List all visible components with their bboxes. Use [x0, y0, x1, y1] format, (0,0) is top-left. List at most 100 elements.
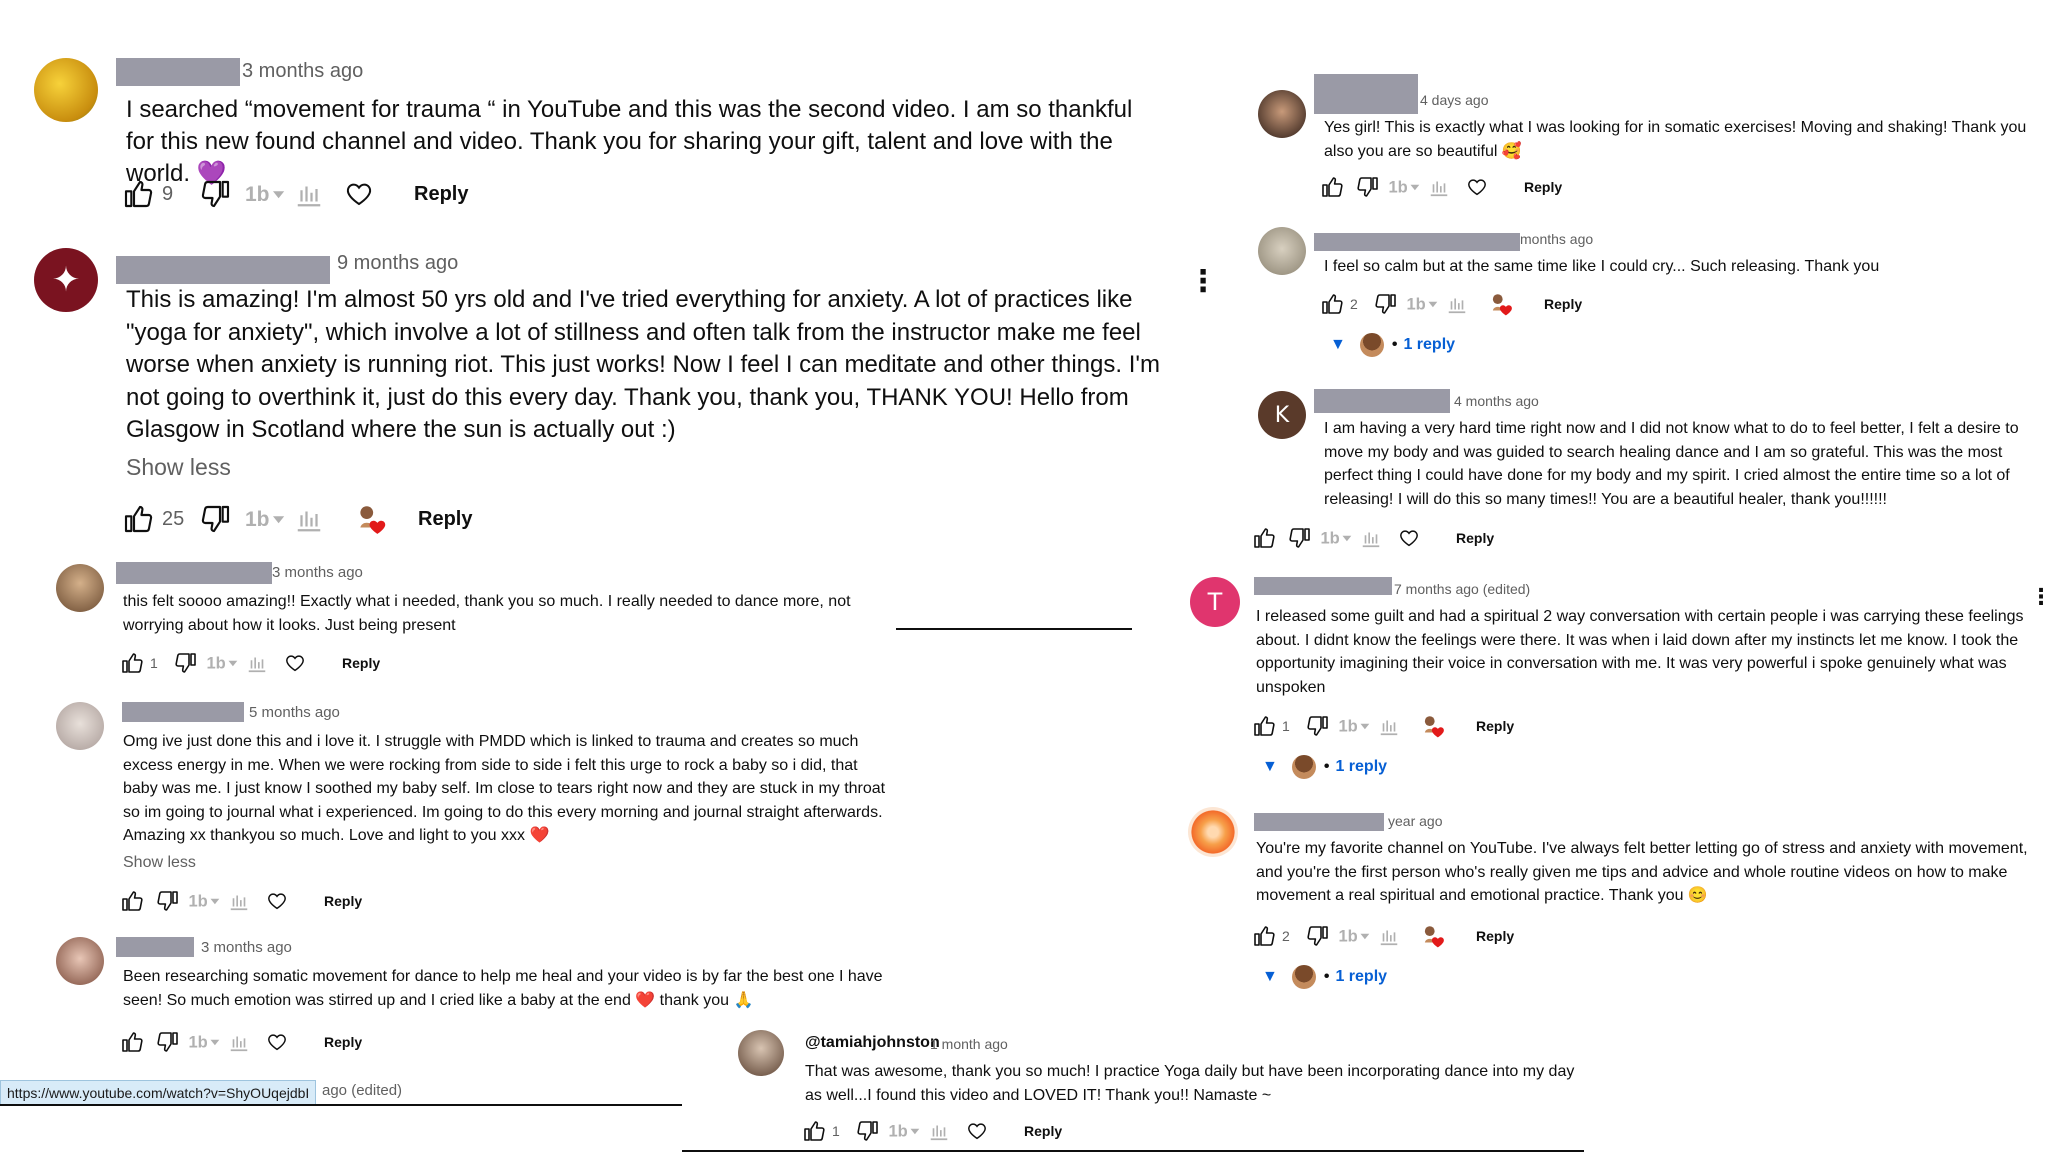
- view-replies-button[interactable]: ▼ • 1 reply: [1330, 333, 1455, 357]
- thumbs-down-icon[interactable]: [200, 178, 232, 210]
- thumbs-up-icon[interactable]: [1252, 924, 1276, 948]
- heart-icon[interactable]: [344, 179, 374, 209]
- thumbs-up-icon[interactable]: [122, 503, 154, 535]
- avatar[interactable]: [1188, 807, 1238, 857]
- thumbs-down-icon[interactable]: [174, 651, 198, 675]
- comment-timestamp[interactable]: 5 months ago: [249, 704, 340, 721]
- avatar[interactable]: K: [1258, 391, 1306, 439]
- avatar[interactable]: [1258, 90, 1306, 138]
- thumbs-up-icon[interactable]: [120, 1030, 144, 1054]
- thumbs-up-icon[interactable]: [1320, 175, 1344, 199]
- thumbs-up-icon[interactable]: [802, 1119, 826, 1143]
- avatar[interactable]: ✦: [34, 248, 98, 312]
- heart-icon[interactable]: [1398, 527, 1420, 549]
- reply-button[interactable]: Reply: [1544, 296, 1582, 312]
- avatar[interactable]: T: [1190, 577, 1240, 627]
- comment-actions: 1 Reply: [802, 1118, 1062, 1144]
- avatar[interactable]: [56, 564, 104, 612]
- thumbs-up-icon[interactable]: [120, 889, 144, 913]
- translate-icon[interactable]: [1406, 293, 1440, 315]
- show-less-link[interactable]: Show less: [123, 854, 196, 872]
- creator-heart-icon: [1488, 291, 1514, 317]
- translate-icon[interactable]: [244, 505, 288, 533]
- translate-icon[interactable]: [1388, 176, 1422, 198]
- translate-icon[interactable]: [206, 652, 240, 674]
- heart-icon[interactable]: [284, 652, 306, 674]
- thumbs-up-icon[interactable]: [1252, 714, 1276, 738]
- thumbs-down-icon[interactable]: [1306, 714, 1330, 738]
- reply-button[interactable]: Reply: [414, 183, 468, 206]
- bar-chart-icon[interactable]: [294, 504, 324, 534]
- thumbs-down-icon[interactable]: [156, 889, 180, 913]
- thumbs-down-icon[interactable]: [1374, 292, 1398, 316]
- reply-button[interactable]: Reply: [324, 1034, 362, 1050]
- thumbs-up-icon[interactable]: [1252, 526, 1276, 550]
- bar-chart-icon[interactable]: [1428, 176, 1450, 198]
- view-replies-button[interactable]: ▼ • 1 reply: [1262, 755, 1387, 779]
- bar-chart-icon[interactable]: [294, 179, 324, 209]
- creator-heart-icon: [354, 502, 388, 536]
- view-replies-button[interactable]: ▼ • 1 reply: [1262, 965, 1387, 989]
- avatar[interactable]: [56, 937, 104, 985]
- bar-chart-icon[interactable]: [228, 890, 250, 912]
- comment-timestamp[interactable]: 4 days ago: [1420, 92, 1489, 108]
- thumbs-down-icon[interactable]: [1288, 526, 1312, 550]
- reply-button[interactable]: Reply: [1456, 530, 1494, 546]
- more-vert-icon[interactable]: ⋮: [2030, 585, 2048, 610]
- bar-chart-icon[interactable]: [1446, 293, 1468, 315]
- more-vert-icon[interactable]: ⋮: [1188, 264, 1218, 299]
- redacted-username: [1254, 577, 1392, 595]
- reply-button[interactable]: Reply: [1476, 928, 1514, 944]
- comment-text: You're my favorite channel on YouTube. I…: [1256, 840, 2028, 904]
- reply-button[interactable]: Reply: [1476, 718, 1514, 734]
- show-less-link[interactable]: Show less: [126, 454, 231, 481]
- bar-chart-icon[interactable]: [1378, 925, 1400, 947]
- avatar[interactable]: [56, 702, 104, 750]
- heart-icon[interactable]: [266, 1031, 288, 1053]
- thumbs-down-icon[interactable]: [156, 1030, 180, 1054]
- translate-icon[interactable]: [244, 180, 288, 208]
- comment-author[interactable]: @tamiahjohnston: [805, 1034, 940, 1052]
- comment-timestamp[interactable]: months ago: [1520, 231, 1593, 247]
- thumbs-down-icon[interactable]: [1306, 924, 1330, 948]
- comment-timestamp[interactable]: 3 months ago: [242, 60, 363, 83]
- avatar[interactable]: [34, 58, 98, 122]
- translate-icon[interactable]: [1338, 925, 1372, 947]
- comment-timestamp[interactable]: 1 month ago: [930, 1036, 1008, 1052]
- reply-button[interactable]: Reply: [324, 893, 362, 909]
- comment-timestamp[interactable]: 9 months ago: [337, 252, 458, 275]
- translate-icon[interactable]: [1338, 715, 1372, 737]
- redacted-username: [1314, 389, 1450, 413]
- translate-icon[interactable]: [188, 1031, 222, 1053]
- replies-count: 1 reply: [1403, 336, 1456, 353]
- avatar[interactable]: [738, 1030, 784, 1076]
- heart-icon[interactable]: [1466, 176, 1488, 198]
- bar-chart-icon[interactable]: [228, 1031, 250, 1053]
- comment-timestamp[interactable]: year ago: [1388, 813, 1442, 829]
- comment-timestamp[interactable]: 4 months ago: [1454, 393, 1539, 409]
- reply-button[interactable]: Reply: [342, 655, 380, 671]
- translate-icon[interactable]: [188, 890, 222, 912]
- like-count: 9: [162, 182, 174, 205]
- translate-icon[interactable]: [1320, 527, 1354, 549]
- translate-icon[interactable]: [888, 1120, 922, 1142]
- thumbs-up-icon[interactable]: [1320, 292, 1344, 316]
- thumbs-down-icon[interactable]: [200, 503, 232, 535]
- bar-chart-icon[interactable]: [1378, 715, 1400, 737]
- avatar[interactable]: [1258, 227, 1306, 275]
- heart-icon[interactable]: [266, 890, 288, 912]
- comment-timestamp[interactable]: 3 months ago: [201, 939, 292, 956]
- comment-timestamp[interactable]: 3 months ago: [272, 564, 363, 581]
- reply-button[interactable]: Reply: [1024, 1123, 1062, 1139]
- bar-chart-icon[interactable]: [928, 1120, 950, 1142]
- bar-chart-icon[interactable]: [1360, 527, 1382, 549]
- bar-chart-icon[interactable]: [246, 652, 268, 674]
- reply-button[interactable]: Reply: [418, 508, 472, 531]
- heart-icon[interactable]: [966, 1120, 988, 1142]
- thumbs-down-icon[interactable]: [856, 1119, 880, 1143]
- thumbs-up-icon[interactable]: [122, 178, 154, 210]
- reply-button[interactable]: Reply: [1524, 179, 1562, 195]
- thumbs-up-icon[interactable]: [120, 651, 144, 675]
- comment-timestamp[interactable]: 7 months ago (edited): [1394, 581, 1530, 597]
- thumbs-down-icon[interactable]: [1356, 175, 1380, 199]
